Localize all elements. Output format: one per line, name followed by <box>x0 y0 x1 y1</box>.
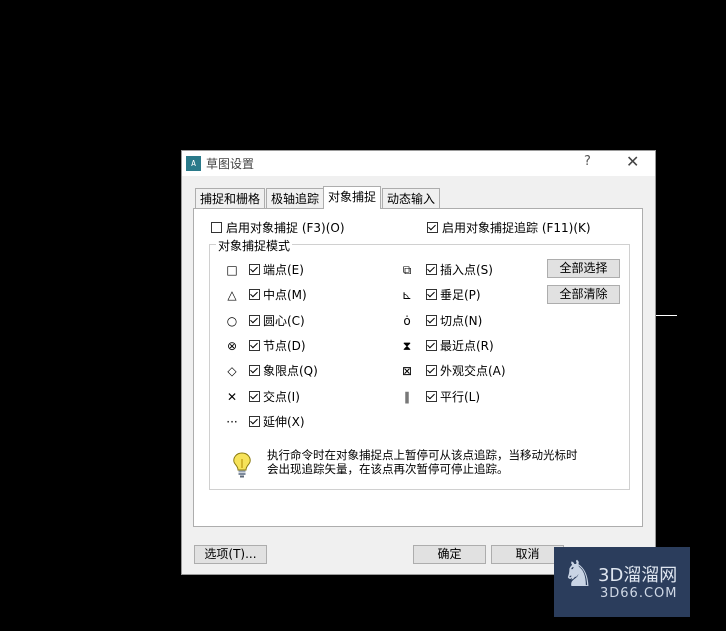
right-mode-label: 切点(N) <box>440 313 483 328</box>
left-mode-label: 中点(M) <box>263 288 307 303</box>
help-icon[interactable]: ? <box>584 154 591 169</box>
tab-snap-grid[interactable]: 捕捉和栅格 <box>195 188 266 208</box>
right-mode-checkbox[interactable] <box>426 264 437 275</box>
enable-osnap-label: 启用对象捕捉 (F3)(O) <box>226 221 345 235</box>
right-mode-symbol-icon: ⧗ <box>402 338 412 353</box>
enable-osnap-tracking-checkbox[interactable] <box>427 222 438 233</box>
right-mode-label: 外观交点(A) <box>440 364 506 379</box>
deer-logo-icon: ♞ <box>562 554 595 595</box>
left-mode-label: 端点(E) <box>263 263 304 277</box>
right-mode-checkbox[interactable] <box>426 339 437 351</box>
left-mode-symbol-icon: ··· <box>226 414 238 429</box>
left-mode-label: 圆心(C) <box>263 313 305 328</box>
options-button[interactable]: 选项(T)... <box>194 545 267 564</box>
right-mode-symbol-icon: ∥ <box>404 389 410 404</box>
right-mode-label: 最近点(R) <box>440 338 494 353</box>
right-mode-label: 垂足(P) <box>440 288 481 303</box>
left-mode-symbol-icon: ⊗ <box>226 338 238 353</box>
osnap-modes-group-title: 对象捕捉模式 <box>216 237 293 254</box>
dialog-title: 草图设置 <box>206 157 255 171</box>
right-mode-symbol-icon: ⧉ <box>402 263 412 277</box>
object-snap-panel: 启用对象捕捉 (F3)(O) 启用对象捕捉追踪 (F11)(K) 对象捕捉模式 … <box>193 208 643 527</box>
left-mode-label: 节点(D) <box>263 338 306 353</box>
right-mode-label: 平行(L) <box>440 389 481 404</box>
title-bar[interactable]: A 草图设置 ? ✕ <box>182 151 655 176</box>
tab-object-snap[interactable]: 对象捕捉 <box>323 186 382 209</box>
left-mode-symbol-icon: ◇ <box>227 364 237 379</box>
left-mode-checkbox[interactable] <box>249 314 260 326</box>
close-icon[interactable]: ✕ <box>626 152 639 171</box>
enable-osnap-tracking-label: 启用对象捕捉追踪 (F11)(K) <box>442 221 591 235</box>
select-all-button[interactable]: 全部选择 <box>547 259 620 278</box>
left-mode-checkbox[interactable] <box>249 264 260 275</box>
left-mode-symbol-icon: □ <box>226 263 238 277</box>
left-mode-label: 象限点(Q) <box>263 364 318 379</box>
autocad-app-icon: A <box>186 156 201 171</box>
left-mode-label: 交点(I) <box>263 389 300 404</box>
left-mode-checkbox[interactable] <box>249 339 260 351</box>
right-mode-checkbox[interactable] <box>426 314 437 326</box>
drafting-settings-dialog: A 草图设置 ? ✕ 捕捉和栅格 极轴追踪 对象捕捉 动态输入 启用对象捕捉 (… <box>181 150 656 575</box>
watermark-main-text: 3D溜溜网 <box>598 565 678 586</box>
left-mode-label: 延伸(X) <box>263 414 305 429</box>
right-mode-symbol-icon: ⊠ <box>401 364 413 379</box>
right-mode-checkbox[interactable] <box>426 289 437 301</box>
left-mode-symbol-icon: ✕ <box>226 389 238 404</box>
lightbulb-icon <box>233 452 251 478</box>
right-mode-checkbox[interactable] <box>426 365 437 377</box>
watermark: ♞ 3D溜溜网 3D66.COM <box>554 547 690 617</box>
left-mode-checkbox[interactable] <box>249 390 260 402</box>
left-mode-checkbox[interactable] <box>249 365 260 377</box>
left-mode-checkbox[interactable] <box>249 415 260 427</box>
left-mode-symbol-icon: ○ <box>226 313 238 328</box>
watermark-sub-text: 3D66.COM <box>600 586 678 601</box>
left-mode-symbol-icon: △ <box>227 288 237 303</box>
ok-button[interactable]: 确定 <box>413 545 486 564</box>
enable-osnap-checkbox[interactable] <box>211 222 222 233</box>
tracking-hint-line2: 会出现追踪矢量，在该点再次暂停可停止追踪。 <box>267 462 509 476</box>
right-mode-label: 插入点(S) <box>440 263 493 277</box>
cad-crosshair-line <box>656 315 677 316</box>
tab-dynamic-input[interactable]: 动态输入 <box>382 188 441 208</box>
right-mode-symbol-icon: ȯ <box>403 313 411 328</box>
right-mode-checkbox[interactable] <box>426 390 437 402</box>
clear-all-button[interactable]: 全部清除 <box>547 285 620 304</box>
tab-polar-tracking[interactable]: 极轴追踪 <box>266 188 325 208</box>
right-mode-symbol-icon: ⊾ <box>401 288 413 303</box>
left-mode-checkbox[interactable] <box>249 289 260 301</box>
